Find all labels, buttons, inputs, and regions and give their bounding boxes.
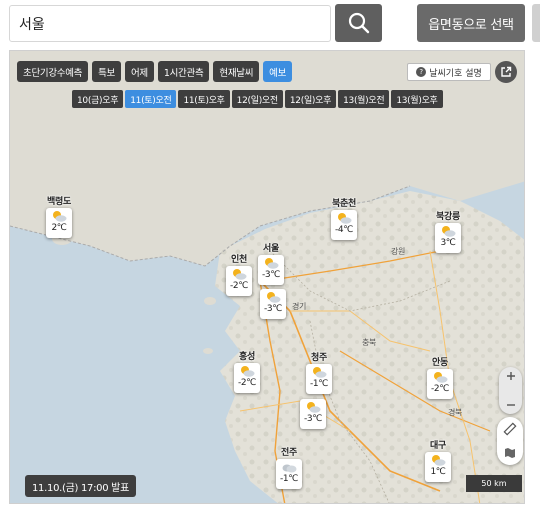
station-name: 홍성	[239, 352, 255, 362]
station-name: 대구	[430, 441, 446, 451]
temperature: -2℃	[230, 281, 248, 291]
partly-cloudy-icon	[267, 292, 281, 303]
tab-forecast[interactable]: 예보	[263, 61, 293, 82]
temperature: -2℃	[238, 378, 256, 388]
tab-nowcast[interactable]: 초단기강수예측	[17, 61, 89, 82]
region-select-button[interactable]: 읍면동으로 선택	[417, 4, 525, 42]
station-name: 백령도	[47, 197, 71, 207]
weather-card: 1℃	[425, 452, 451, 482]
station-name: 안동	[432, 358, 448, 368]
zoom-control[interactable]	[499, 367, 522, 414]
partly-cloudy-icon	[53, 211, 67, 222]
legend-button-label: 날씨기호 설명	[429, 68, 482, 79]
forecast-time-tabs: 10(금)오후 11(토)오전 11(토)오후 12(일)오전 12(일)오후 …	[72, 90, 443, 108]
map-layer-icon[interactable]	[503, 446, 517, 460]
map-scale: 50 km	[466, 475, 522, 492]
region-label: 경기	[292, 302, 307, 311]
weather-card: -3℃	[300, 399, 326, 429]
search-input[interactable]: 서울	[9, 5, 331, 42]
weather-card: 2℃	[46, 208, 72, 238]
ruler-icon[interactable]	[503, 422, 517, 436]
time-tab[interactable]: 11(토)오후	[178, 90, 230, 108]
temperature: -3℃	[304, 414, 322, 424]
station-name: 북춘천	[332, 199, 356, 209]
tab-yesterday[interactable]: 어제	[124, 61, 154, 82]
weather-marker[interactable]: -3℃	[260, 289, 286, 319]
weather-marker[interactable]: 대구 1℃	[425, 441, 451, 482]
weather-marker[interactable]: 전주 -1℃	[276, 448, 302, 489]
weather-card: -4℃	[331, 210, 357, 240]
weather-card: -3℃	[258, 255, 284, 285]
time-tab[interactable]: 12(일)오전	[231, 90, 283, 108]
weather-card: -2℃	[427, 369, 453, 399]
temperature: -1℃	[310, 379, 328, 389]
partly-cloudy-icon	[307, 402, 321, 413]
zoom-out-icon[interactable]	[506, 400, 516, 410]
temperature: 3℃	[440, 238, 456, 248]
cloudy-icon	[282, 464, 297, 473]
search-button[interactable]	[335, 4, 382, 42]
forecast-announcement-time: 11.10.(금) 17:00 발표	[25, 475, 136, 497]
weather-marker[interactable]: 백령도 2℃	[46, 197, 72, 238]
station-name: 인천	[231, 255, 247, 265]
weather-card: -1℃	[306, 364, 332, 394]
partly-cloudy-icon	[434, 372, 448, 383]
question-icon: ?	[416, 67, 427, 77]
weather-marker[interactable]: 인천 -2℃	[226, 255, 252, 296]
region-label: 강원	[391, 247, 406, 256]
zoom-in-icon[interactable]	[506, 371, 516, 381]
temperature: 1℃	[430, 467, 446, 477]
tab-warning[interactable]: 특보	[92, 61, 121, 82]
external-link-icon	[501, 66, 512, 77]
category-tabs: 초단기강수예측 특보 어제 1시간관측 현재날씨 예보	[17, 61, 293, 82]
weather-card: -2℃	[226, 266, 252, 296]
weather-card: -3℃	[260, 289, 286, 319]
weather-card: 3℃	[435, 223, 461, 253]
tab-current-weather[interactable]: 현재날씨	[213, 61, 260, 82]
search-input-value: 서울	[19, 16, 45, 33]
partly-cloudy-icon	[265, 258, 279, 269]
side-panel-edge	[532, 4, 540, 42]
weather-marker[interactable]: 북춘천 -4℃	[331, 199, 357, 240]
station-name: 전주	[281, 448, 297, 458]
weather-marker[interactable]: 북강릉 3℃	[435, 212, 461, 253]
weather-marker[interactable]: -3℃	[300, 399, 326, 429]
temperature: -3℃	[264, 304, 282, 314]
partly-cloudy-icon	[241, 366, 255, 377]
partly-cloudy-icon	[338, 213, 352, 224]
temperature: 2℃	[51, 223, 67, 233]
weather-marker[interactable]: 홍성 -2℃	[234, 352, 260, 393]
weather-card: -2℃	[234, 363, 260, 393]
station-name: 서울	[263, 244, 279, 254]
partly-cloudy-icon	[442, 226, 456, 237]
time-tab[interactable]: 10(금)오후	[72, 90, 124, 108]
temperature: -4℃	[335, 225, 353, 235]
partly-cloudy-icon	[313, 367, 327, 378]
time-tab[interactable]: 13(월)오전	[338, 90, 390, 108]
map-tools-control[interactable]	[497, 417, 523, 465]
weather-map[interactable]: 초단기강수예측 특보 어제 1시간관측 현재날씨 예보 ? 날씨기호 설명 10…	[9, 50, 525, 504]
region-label: 충북	[362, 338, 377, 347]
search-icon	[348, 12, 369, 34]
station-name: 청주	[311, 353, 327, 363]
temperature: -3℃	[262, 270, 280, 280]
region-label: 경북	[448, 408, 463, 417]
external-link-button[interactable]	[495, 61, 517, 83]
tab-hourly-observation[interactable]: 1시간관측	[157, 61, 210, 82]
temperature: -2℃	[431, 384, 449, 394]
weather-marker[interactable]: 안동 -2℃	[427, 358, 453, 399]
weather-marker[interactable]: 청주 -1℃	[306, 353, 332, 394]
partly-cloudy-icon	[233, 269, 247, 280]
temperature: -1℃	[280, 474, 298, 484]
station-name: 북강릉	[436, 212, 460, 222]
weather-symbol-legend-button[interactable]: ? 날씨기호 설명	[407, 63, 491, 81]
time-tab[interactable]: 11(토)오전	[125, 90, 177, 108]
time-tab[interactable]: 12(일)오후	[284, 90, 337, 108]
partly-cloudy-icon	[432, 455, 446, 466]
weather-marker[interactable]: 서울 -3℃	[258, 244, 284, 285]
weather-card: -1℃	[276, 459, 302, 489]
time-tab[interactable]: 13(월)오후	[391, 90, 443, 108]
